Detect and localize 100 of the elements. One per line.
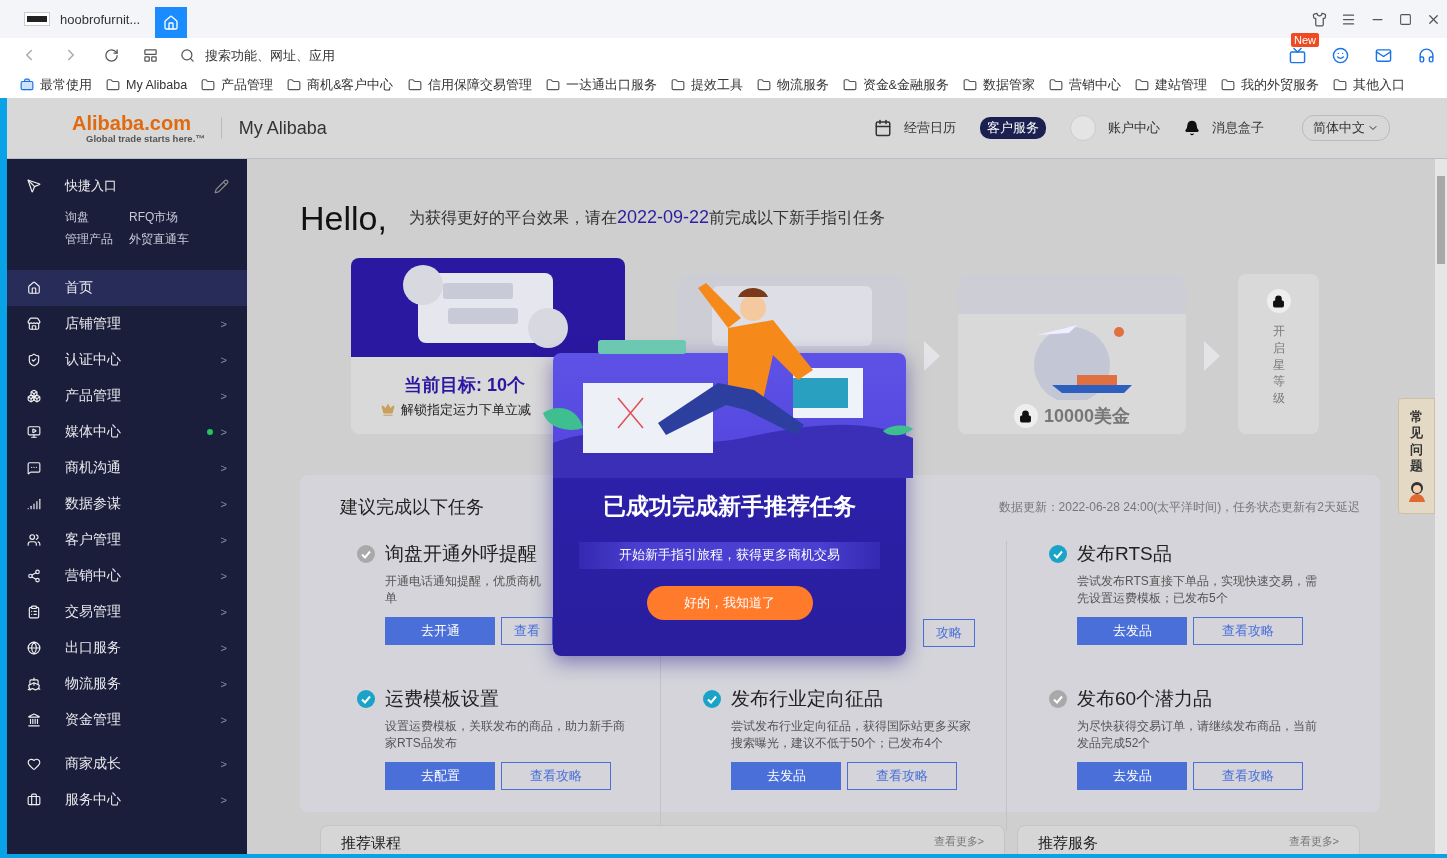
menu-item[interactable]: 交易管理 > bbox=[7, 594, 247, 630]
check-icon bbox=[357, 545, 375, 563]
card-title: 推荐课程 bbox=[341, 834, 401, 853]
bookmark-link[interactable]: 产品管理 bbox=[201, 76, 274, 94]
action-button[interactable]: 去配置 bbox=[385, 762, 495, 790]
action-button[interactable]: 去发品 bbox=[1077, 762, 1187, 790]
bookmark-link[interactable]: 我的外贸服务 bbox=[1220, 76, 1319, 94]
home-button[interactable] bbox=[155, 7, 187, 38]
dialog-banner: 开始新手指引旅程，获得更多商机交易 bbox=[579, 542, 880, 569]
briefcase-icon bbox=[20, 78, 34, 92]
bookmark-link[interactable]: 营销中心 bbox=[1048, 76, 1121, 94]
menu-item[interactable]: 营销中心 > bbox=[7, 558, 247, 594]
menu-item[interactable]: 媒体中心 > bbox=[7, 414, 247, 450]
menu-item[interactable]: 服务中心 > bbox=[7, 782, 247, 818]
task-title: 询盘开通外呼提醒 bbox=[385, 542, 537, 566]
customer-service-link[interactable]: 客户服务 bbox=[980, 117, 1046, 139]
task-description: 开通电话通知提醒，优质商机 bbox=[385, 573, 542, 590]
users-icon bbox=[27, 533, 41, 547]
quick-link[interactable]: 管理产品 bbox=[65, 231, 113, 248]
menu-item[interactable]: 物流服务 > bbox=[7, 666, 247, 702]
chevron-icon bbox=[1204, 341, 1220, 371]
folder-icon bbox=[106, 78, 120, 92]
lock-icon bbox=[1266, 289, 1291, 313]
chevron: > bbox=[220, 390, 227, 402]
task-description: 尝试发布RTS直接下单品，实现快速交易，需先设置运费模板；已发布5个 bbox=[1077, 573, 1318, 607]
task-description: 为尽快获得交易订单，请继续发布商品，当前发品完成52个 bbox=[1077, 718, 1318, 752]
milestone-subtitle: 解锁指定运力下单立减 bbox=[401, 400, 531, 419]
action-button[interactable]: 去发品 bbox=[1077, 617, 1187, 645]
folder-icon bbox=[1048, 78, 1063, 92]
task-title: 运费模板设置 bbox=[385, 687, 499, 711]
folder-icon bbox=[756, 78, 771, 92]
bookmark-link[interactable]: 信用保障交易管理 bbox=[407, 76, 532, 94]
scrollbar[interactable] bbox=[1435, 159, 1447, 854]
folder-icon bbox=[962, 78, 977, 92]
chevron: > bbox=[220, 354, 227, 366]
shield-icon bbox=[27, 353, 41, 367]
menu-item[interactable]: 数据参谋 > bbox=[7, 486, 247, 522]
bookmark-link[interactable]: 其他入口 bbox=[1332, 76, 1405, 94]
chevron: > bbox=[220, 714, 227, 726]
crown-icon bbox=[381, 402, 395, 417]
intro-text: 为获得更好的平台效果，请在2022-09-22前完成以下新手指引任务 bbox=[408, 207, 885, 229]
task-description: 单 bbox=[385, 590, 398, 607]
bookmark-link[interactable]: 商机&客户中心 bbox=[287, 76, 394, 94]
menu-item[interactable]: 出口服务 > bbox=[7, 630, 247, 666]
address-field[interactable]: 搜索功能、网址、应用 bbox=[203, 46, 503, 64]
bookmark-link[interactable]: 一达通出口服务 bbox=[545, 76, 657, 94]
menu-item[interactable]: 首页 bbox=[7, 270, 247, 306]
nav-link[interactable]: 消息盒子 bbox=[1212, 119, 1264, 137]
store-icon bbox=[27, 317, 41, 331]
bookmark-link[interactable]: My Alibaba bbox=[106, 78, 188, 92]
chevron: > bbox=[220, 318, 227, 330]
bookmark-link[interactable]: 提效工具 bbox=[670, 76, 743, 94]
folder-icon bbox=[1220, 78, 1235, 92]
language-dropdown[interactable]: 简体中文 bbox=[1302, 115, 1390, 141]
menu-item[interactable]: 资金管理 > bbox=[7, 702, 247, 738]
bookmark-link[interactable]: 资金&金融服务 bbox=[842, 76, 949, 94]
folder-icon bbox=[1134, 78, 1149, 92]
menu-item[interactable]: 产品管理 > bbox=[7, 378, 247, 414]
menu-item[interactable]: 商家成长 > bbox=[7, 746, 247, 782]
quick-link[interactable]: 外贸直通车 bbox=[129, 231, 189, 248]
bar-chart-icon bbox=[27, 497, 41, 511]
site-logo-icon bbox=[24, 12, 50, 26]
bookmark-link[interactable]: 最常使用 bbox=[20, 76, 92, 94]
menu-item[interactable]: 店铺管理 > bbox=[7, 306, 247, 342]
check-icon bbox=[357, 690, 375, 708]
action-button[interactable]: 去开通 bbox=[385, 617, 495, 645]
card-title: 推荐服务 bbox=[1038, 834, 1098, 853]
nav-link[interactable]: 账户中心 bbox=[1108, 119, 1160, 137]
bank-icon bbox=[27, 713, 41, 727]
folder-icon bbox=[287, 78, 302, 92]
action-button[interactable]: 去发品 bbox=[731, 762, 841, 790]
menu-item[interactable]: 认证中心 > bbox=[7, 342, 247, 378]
edit-icon[interactable] bbox=[214, 178, 229, 194]
task-title: 发布60个潜力品 bbox=[1077, 687, 1213, 711]
faq-tab[interactable]: 常见问题 bbox=[1398, 398, 1435, 514]
quick-entry-title: 快捷入口 bbox=[65, 177, 117, 195]
chevron: > bbox=[220, 642, 227, 654]
home-icon bbox=[163, 14, 179, 31]
alibaba-logo[interactable]: Alibaba.com Global trade starts here.™ bbox=[22, 112, 205, 144]
check-icon bbox=[703, 690, 721, 708]
folder-icon bbox=[842, 78, 857, 92]
page-title: My Alibaba bbox=[220, 117, 327, 139]
menu-item[interactable]: 客户管理 > bbox=[7, 522, 247, 558]
task-description: 尝试发布行业定向征品，获得国际站更多买家搜索曝光，建议不低于50个；已发布4个 bbox=[731, 718, 972, 752]
quick-link[interactable]: RFQ市场 bbox=[129, 209, 189, 226]
task-title: 发布行业定向征品 bbox=[731, 687, 883, 711]
task-title: 发布RTS品 bbox=[1077, 542, 1172, 566]
search-icon bbox=[180, 47, 195, 63]
panel-title: 建议完成以下任务 bbox=[340, 496, 484, 519]
nav-link[interactable]: 经营日历 bbox=[904, 119, 956, 137]
quick-link[interactable]: 询盘 bbox=[65, 209, 113, 226]
clipboard-icon bbox=[27, 605, 41, 619]
bookmark-link[interactable]: 物流服务 bbox=[756, 76, 829, 94]
calendar-icon bbox=[874, 119, 892, 137]
bookmark-link[interactable]: 数据管家 bbox=[962, 76, 1035, 94]
check-icon bbox=[1049, 545, 1067, 563]
milestone-title: 10000美金 bbox=[1043, 405, 1131, 428]
bookmark-link[interactable]: 建站管理 bbox=[1134, 76, 1207, 94]
menu-item[interactable]: 商机沟通 > bbox=[7, 450, 247, 486]
dialog-title: 已成功完成新手推荐任务 bbox=[603, 492, 856, 521]
